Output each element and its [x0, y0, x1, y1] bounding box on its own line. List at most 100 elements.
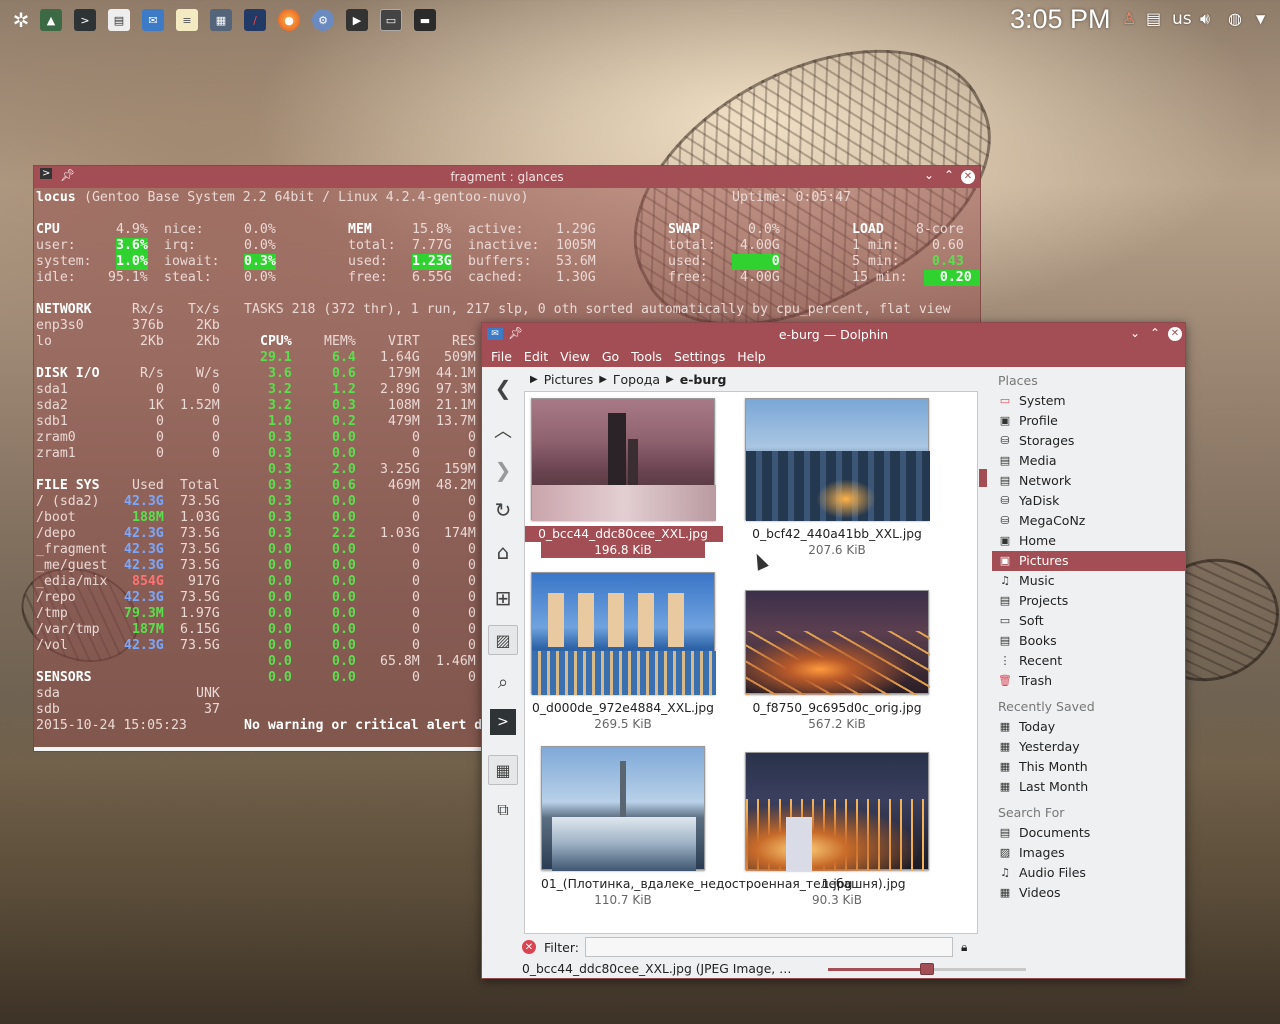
menu-settings[interactable]: Settings — [674, 349, 725, 364]
places-item-videos[interactable]: ▦ Videos — [992, 883, 1186, 903]
clipboard-icon[interactable]: ▤ — [1146, 9, 1161, 28]
volume-icon[interactable]: 🔊︎ — [1200, 9, 1210, 29]
close-button[interactable]: ✕ — [1168, 327, 1182, 341]
places-item-system[interactable]: ▭ System — [992, 391, 1186, 411]
file-thumbnail[interactable] — [745, 398, 930, 521]
places-item-today[interactable]: ▦ Today — [992, 717, 1186, 737]
places-item-home[interactable]: ▣ Home — [992, 531, 1186, 551]
terminal-panel-button[interactable]: > — [490, 709, 516, 735]
breadcrumb-item[interactable]: Pictures — [544, 372, 594, 387]
places-item-last-month[interactable]: ▦ Last Month — [992, 777, 1186, 797]
text-editor-icon[interactable]: ▤ — [108, 9, 130, 31]
minimize-button[interactable]: ⌄ — [1130, 326, 1140, 340]
file-view-scrollbar[interactable] — [978, 391, 990, 934]
file-item[interactable]: 01_(Плотинка,_вдалеке_недостроенная_теле… — [525, 746, 906, 908]
places-item-yesterday[interactable]: ▦ Yesterday — [992, 737, 1186, 757]
menu-go[interactable]: Go — [602, 349, 619, 364]
pin-icon[interactable]: 📌︎ — [508, 326, 523, 340]
places-item-trash[interactable]: 🗑︎ Trash — [992, 671, 1186, 691]
pin-icon[interactable]: 📌︎ — [60, 168, 75, 182]
panel-menu-chevron-icon[interactable]: ▼ — [1256, 12, 1265, 26]
fs-mount: /boot — [36, 510, 76, 525]
split-view-button[interactable]: ⧉ — [488, 795, 518, 825]
glances-titlebar[interactable]: > 📌︎ fragment : glances ⌄ ⌃ ✕ — [34, 166, 980, 188]
home-button[interactable]: ⌂ — [488, 537, 518, 567]
minimize-button[interactable]: ⌄ — [924, 168, 934, 182]
kde-menu-icon[interactable]: ✲ — [6, 5, 36, 35]
places-item-label: This Month — [1019, 759, 1088, 774]
file-item[interactable]: 0_f8750_9c695d0c_orig.jpg 567.2 KiB — [737, 572, 937, 732]
menu-file[interactable]: File — [491, 349, 512, 364]
panel-clock[interactable]: 3:05 PM — [1010, 4, 1111, 35]
up-button[interactable]: ︿ — [488, 415, 518, 445]
kde-app-icon[interactable]: / — [244, 9, 266, 31]
calendar-icon: ▦ — [999, 720, 1011, 733]
places-item-this-month[interactable]: ▦ This Month — [992, 757, 1186, 777]
console-icon[interactable]: ▬ — [414, 9, 436, 31]
menu-help[interactable]: Help — [737, 349, 766, 364]
close-button[interactable]: ✕ — [961, 170, 975, 184]
back-button[interactable]: ❮ — [488, 373, 518, 403]
places-item-media[interactable]: ▤ Media — [992, 451, 1186, 471]
places-item-music[interactable]: ♫ Music — [992, 571, 1186, 591]
firefox-icon[interactable]: ● — [278, 9, 300, 31]
places-item-books[interactable]: ▤ Books — [992, 631, 1186, 651]
zoom-slider-handle[interactable] — [920, 963, 934, 975]
places-item-projects[interactable]: ▤ Projects — [992, 591, 1186, 611]
media-player-icon[interactable]: ▶ — [346, 9, 368, 31]
file-thumbnail[interactable] — [531, 398, 716, 521]
close-filter-icon[interactable]: ✕ — [522, 940, 536, 954]
places-item-audio-files[interactable]: ♫ Audio Files — [992, 863, 1186, 883]
file-item[interactable]: 0_bcc44_ddc80cee_XXL.jpg 196.8 KiB — [525, 398, 723, 558]
network-globe-icon[interactable]: ◍ — [1228, 9, 1242, 28]
places-item-storages[interactable]: ⛁ Storages — [992, 431, 1186, 451]
menu-edit[interactable]: Edit — [524, 349, 548, 364]
file-item[interactable]: 0_bcf42_440a41bb_XXL.jpg 207.6 KiB — [737, 398, 937, 558]
places-item-profile[interactable]: ▣ Profile — [992, 411, 1186, 431]
new-tab-button[interactable]: ⊞ — [488, 583, 518, 613]
file-item[interactable]: 0_d000de_972e4884_XXL.jpg 269.5 KiB — [525, 572, 723, 732]
file-manager-icon[interactable]: ▦ — [210, 9, 232, 31]
network-browser-icon[interactable]: ⚙ — [312, 9, 334, 31]
maximize-button[interactable]: ⌃ — [944, 168, 954, 182]
preview-toggle-button[interactable]: ▨ — [488, 625, 518, 655]
forward-button[interactable]: ❯ — [488, 455, 518, 485]
cpu-label: CPU — [36, 222, 60, 237]
file-view[interactable]: 0_bcc44_ddc80cee_XXL.jpg 196.8 KiB 0_bcf… — [524, 391, 978, 934]
file-thumbnail[interactable] — [745, 590, 930, 695]
search-button[interactable]: ⌕ — [488, 667, 518, 697]
places-item-recent[interactable]: ⋮ Recent — [992, 651, 1186, 671]
reload-button[interactable]: ↻ — [488, 495, 518, 525]
maximize-button[interactable]: ⌃ — [1150, 326, 1160, 340]
mail-icon[interactable]: ✉ — [142, 9, 164, 31]
file-thumbnail[interactable] — [745, 752, 930, 871]
places-item-documents[interactable]: ▤ Documents — [992, 823, 1186, 843]
dolphin-window[interactable]: ✉ 📌︎ e-burg — Dolphin ⌄ ⌃ ✕ File Edit View… — [481, 322, 1186, 979]
keyboard-layout[interactable]: us — [1172, 9, 1192, 29]
user-status-icon[interactable]: ♙ — [1122, 9, 1136, 28]
zoom-slider[interactable] — [828, 963, 1026, 975]
places-item-yadisk[interactable]: ⛁ YaDisk — [992, 491, 1186, 511]
places-item-pictures[interactable]: ▣ Pictures — [992, 551, 1186, 571]
scrollbar-handle[interactable] — [979, 469, 987, 487]
file-item[interactable]: 1.jpg 90.3 KiB — [737, 746, 937, 908]
terminal-icon[interactable]: > — [74, 9, 96, 31]
breadcrumb-item[interactable]: Города — [613, 372, 660, 387]
notes-icon[interactable]: ≡ — [176, 9, 198, 31]
icons-view-button[interactable]: ▦ — [488, 755, 518, 785]
filter-input[interactable] — [584, 937, 953, 957]
places-item-network[interactable]: ▤ Network — [992, 471, 1186, 491]
menu-tools[interactable]: Tools — [631, 349, 662, 364]
image-viewer-icon[interactable]: ▲ — [40, 9, 62, 31]
file-thumbnail[interactable] — [541, 746, 705, 871]
lock-icon[interactable]: 🔒︎ — [961, 940, 967, 955]
breadcrumb-item-current[interactable]: e-burg — [680, 372, 727, 387]
places-item-soft[interactable]: ▭ Soft — [992, 611, 1186, 631]
system-monitor-icon[interactable]: ▭ — [380, 9, 402, 31]
dolphin-titlebar[interactable]: ✉ 📌︎ e-burg — Dolphin ⌄ ⌃ ✕ — [482, 323, 1185, 345]
places-item-images[interactable]: ▨ Images — [992, 843, 1186, 863]
file-thumbnail[interactable] — [531, 572, 716, 695]
places-item-megaconz[interactable]: ⛁ MegaCoNz — [992, 511, 1186, 531]
proc-res: 97.3M — [436, 382, 476, 397]
menu-view[interactable]: View — [560, 349, 590, 364]
